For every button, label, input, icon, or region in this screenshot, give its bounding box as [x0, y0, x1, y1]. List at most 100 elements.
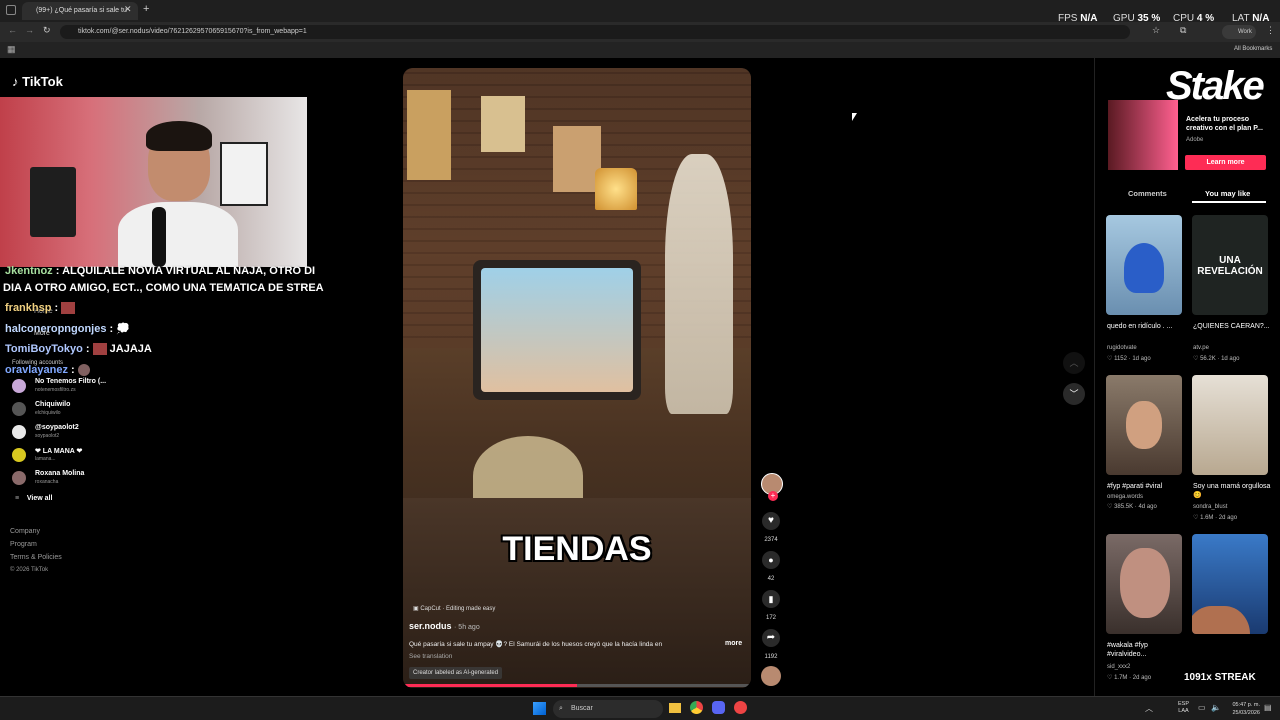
forward-icon[interactable]: →	[25, 25, 34, 35]
avatar	[12, 448, 26, 462]
video-card-title[interactable]: #wakala #fyp #viralvideo...	[1107, 641, 1185, 659]
chevron-up-icon[interactable]: ︿	[1145, 703, 1153, 714]
apps-icon[interactable]: ▦	[7, 44, 16, 55]
video-card-user[interactable]: omega.words	[1107, 494, 1143, 500]
skeleton-bride-shape	[665, 154, 733, 414]
star-icon[interactable]: ☆	[1152, 25, 1160, 36]
volume-icon[interactable]: 🔈	[1211, 703, 1221, 712]
list-icon: ≡	[15, 495, 20, 502]
extensions-icon[interactable]: ⧉	[1180, 25, 1186, 36]
network-icon[interactable]: ▭	[1198, 703, 1206, 712]
chevron-up-icon: ︿	[1069, 358, 1079, 368]
video-card-thumbnail[interactable]	[1106, 375, 1182, 475]
video-card-thumbnail[interactable]	[1192, 534, 1268, 634]
nav-more[interactable]: More	[34, 330, 50, 337]
ad-advertiser: Adobe	[1186, 137, 1204, 143]
footer-program[interactable]: Program	[10, 541, 37, 548]
capcut-label[interactable]: ▣ CapCut · Editing made easy	[413, 605, 495, 612]
video-player[interactable]: TIENDAS ▣ CapCut · Editing made easy ser…	[403, 68, 751, 688]
app-icon[interactable]	[734, 701, 747, 714]
creator-avatar[interactable]: +	[761, 473, 783, 501]
video-card-thumbnail[interactable]	[1106, 215, 1182, 315]
footer-copyright: © 2026 TikTok	[10, 567, 49, 573]
meme-face-shape	[1192, 606, 1250, 634]
video-author[interactable]: ser.nodus · 5h ago	[409, 621, 480, 631]
discord-icon[interactable]	[712, 701, 725, 714]
chat-line-2: DIA A OTRO AMIGO, ECT.., COMO UNA TEMATI…	[3, 282, 324, 294]
reload-icon[interactable]: ↻	[43, 25, 51, 36]
more-link[interactable]: more	[725, 640, 742, 647]
tab-list-icon[interactable]	[6, 5, 16, 15]
capcut-icon: ▣	[413, 606, 419, 612]
sound-avatar[interactable]	[761, 666, 781, 686]
video-description: Qué pasaría si sale tu ampay 💀? El Samur…	[409, 641, 663, 648]
bookmarks-bar: ▦ All Bookmarks	[0, 42, 1280, 58]
menu-icon[interactable]: ⋮	[1266, 25, 1275, 36]
browser-tab[interactable]: (99+) ¿Qué pasaría si sale tu	[22, 2, 138, 20]
share-button[interactable]: ➦	[762, 629, 780, 647]
video-card-user[interactable]: atv.pe	[1193, 345, 1209, 351]
face-shape	[1126, 401, 1162, 449]
clock[interactable]: 05:47 p. m. 25/03/2026	[1226, 701, 1260, 717]
follow-plus-icon[interactable]: +	[768, 491, 778, 501]
tab-you-may-like[interactable]: You may like	[1205, 189, 1250, 198]
video-card-thumbnail[interactable]	[1106, 534, 1182, 634]
file-explorer-icon[interactable]	[669, 703, 681, 713]
heart-outline-icon: ♡	[1193, 515, 1199, 521]
tiktok-note-icon: ♪	[12, 74, 19, 89]
learn-more-button[interactable]: Learn more	[1185, 155, 1266, 170]
chrome-icon[interactable]	[690, 701, 703, 714]
tiktok-logo[interactable]: ♪ TikTok	[12, 74, 63, 89]
previous-video-button[interactable]: ︿	[1063, 352, 1085, 374]
footer-company[interactable]: Company	[10, 528, 40, 535]
video-card-meta: ♡ 1152 · 1d ago	[1107, 356, 1151, 362]
search-icon: ⌕	[559, 705, 563, 712]
footer-terms[interactable]: Terms & Policies	[10, 554, 62, 561]
tab-comments[interactable]: Comments	[1128, 189, 1167, 198]
video-card-user[interactable]: sondra_blust	[1193, 504, 1227, 510]
tab-title: (99+) ¿Qué pasaría si sale tu	[36, 7, 127, 14]
language-indicator[interactable]: ESP LAA	[1178, 701, 1189, 715]
video-card-title[interactable]: ¿QUIENES CAERAN?...	[1193, 322, 1271, 331]
comment-button[interactable]: ●	[762, 551, 780, 569]
poster-shape	[553, 126, 601, 192]
see-translation-link[interactable]: See translation	[409, 653, 452, 660]
taskbar-search[interactable]: ⌕ Buscar	[553, 700, 663, 718]
profile-chip[interactable]: Work	[1222, 25, 1256, 39]
next-video-button[interactable]: ﹀	[1063, 383, 1085, 405]
address-bar: ← → ↻ tiktok.com/@ser.nodus/video/762126…	[0, 22, 1280, 42]
video-caption-overlay: TIENDAS	[502, 530, 652, 568]
view-all-link[interactable]: ≡ View all	[15, 495, 52, 502]
video-card-thumbnail[interactable]: UNA REVELACIÓN	[1192, 215, 1268, 315]
video-card-title[interactable]: #fyp #parati #viral	[1107, 482, 1185, 491]
url-field[interactable]: tiktok.com/@ser.nodus/video/762126295706…	[60, 25, 1130, 39]
avatar	[77, 364, 90, 377]
start-icon[interactable]	[533, 702, 546, 715]
like-button[interactable]: ♥	[762, 512, 780, 530]
tab-close-icon[interactable]: ✕	[124, 4, 132, 15]
chat-line-4: halconeropngonjes : 💭	[5, 323, 130, 335]
video-progress-bar[interactable]	[403, 684, 751, 687]
stake-watermark: Stake	[1166, 64, 1265, 108]
save-button[interactable]: ▮	[762, 590, 780, 608]
poster-shape	[481, 96, 525, 152]
video-card-user[interactable]: rugidotvate	[1107, 345, 1137, 351]
video-card-title[interactable]: quedo en ridículo . ...	[1107, 322, 1185, 331]
video-card-title[interactable]: Soy una mamá orgullosa 😊	[1193, 482, 1271, 500]
mouse-cursor-icon	[852, 113, 857, 121]
video-card-user[interactable]: sid_xxx2	[1107, 664, 1130, 670]
heart-icon: ♥	[768, 515, 774, 526]
all-bookmarks[interactable]: All Bookmarks	[1234, 46, 1272, 52]
notification-icon[interactable]: ▤	[1264, 703, 1272, 712]
video-card-meta: ♡ 385.5K · 4d ago	[1107, 504, 1157, 510]
person-body	[118, 202, 238, 267]
back-icon[interactable]: ←	[8, 25, 17, 35]
bookmark-icon: ▮	[768, 594, 774, 604]
poster-shape	[220, 142, 268, 206]
avatar	[12, 402, 26, 416]
ad-thumbnail[interactable]	[1108, 100, 1178, 170]
video-card-meta: ♡ 1.7M · 2d ago	[1107, 675, 1152, 681]
new-tab-icon[interactable]: +	[143, 3, 149, 15]
video-card-thumbnail[interactable]	[1192, 375, 1268, 475]
ad-title[interactable]: Acelera tu proceso creativo con el plan …	[1186, 115, 1270, 133]
